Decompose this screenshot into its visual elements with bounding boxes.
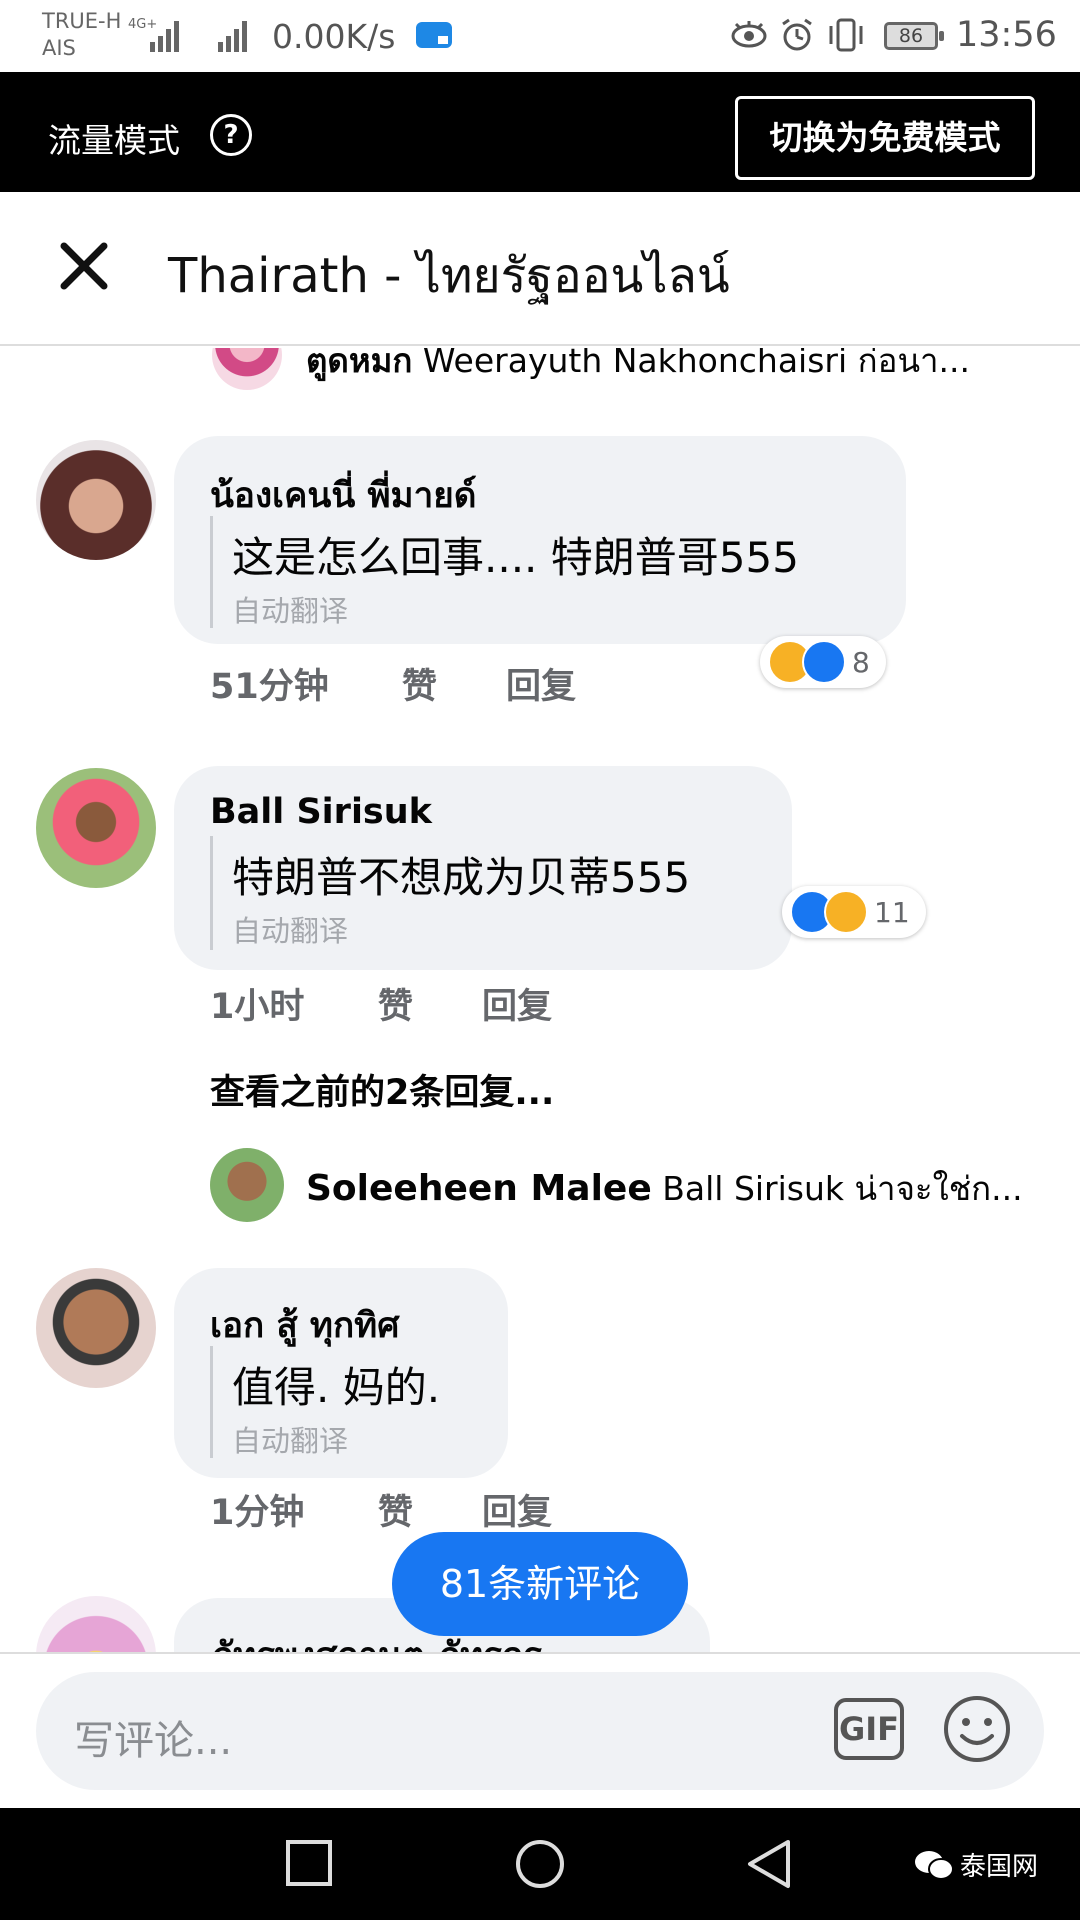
avatar[interactable] [36,1596,156,1652]
reply-button[interactable]: 回复 [482,978,552,1029]
signal-icon-2 [218,21,247,52]
system-nav-bar: 泰国网 [0,1808,1080,1920]
eye-icon [731,21,767,48]
reply-author: Soleeheen Malee [306,1168,652,1209]
translation-divider [210,516,213,628]
like-button[interactable]: 赞 [402,658,437,709]
new-comments-button[interactable]: 81条新评论 [392,1532,688,1636]
reply-author: ตูดหมก [306,348,413,380]
watermark-text: 泰国网 [960,1852,1039,1882]
reaction-count: 8 [852,645,870,679]
comments-feed[interactable]: ตูดหมก Weerayuth Nakhonchaisri ก่อนา... … [0,348,1080,1652]
reply-button[interactable]: 回复 [482,1484,552,1535]
message-notification-icon [416,22,452,48]
comment-time: 1分钟 [210,1493,305,1533]
like-icon [802,640,846,684]
comment-text: 特朗普不想成为贝蒂555 [232,853,691,902]
auto-translate-label[interactable]: 自动翻译 [232,1418,348,1460]
avatar[interactable] [210,1148,284,1222]
clock: 13:56 [956,15,1057,55]
comment-author[interactable]: เอก สู้ ทุกทิศ [210,1298,399,1353]
haha-icon [824,890,868,934]
comment-text: 这是怎么回事.... 特朗普哥555 [232,533,799,582]
battery-icon: 86 [884,22,944,50]
avatar[interactable] [36,768,156,888]
comment-author[interactable]: Ball Sirisuk [210,792,432,832]
comment-text: 值得. 妈的. [232,1363,441,1412]
help-icon[interactable]: ? [210,114,252,156]
auto-translate-label[interactable]: 自动翻译 [232,908,348,950]
gif-button[interactable]: GIF [834,1698,904,1760]
vibrate-icon [829,18,863,52]
auto-translate-label[interactable]: 自动翻译 [232,588,348,630]
alarm-icon [782,18,812,51]
reply-preview[interactable]: ตูดหมก Weerayuth Nakhonchaisri ก่อนา... [306,348,970,387]
back-icon[interactable] [744,1838,794,1890]
avatar[interactable] [212,348,282,390]
emoji-icon[interactable] [942,1694,1012,1764]
home-icon[interactable] [514,1838,566,1890]
data-mode-bar: 流量模式 ? 切换为免费模式 [0,72,1080,192]
recent-apps-icon[interactable] [284,1838,334,1888]
close-icon[interactable] [56,238,112,294]
translation-divider [210,1346,213,1458]
like-button[interactable]: 赞 [378,1484,413,1535]
page-title: Thairath - ไทยรัฐออนไลน์ [168,248,730,304]
page-header: Thairath - ไทยรัฐออนไลน์ [0,192,1080,346]
reaction-summary[interactable]: 8 [760,636,886,688]
watermark: 泰国网 [914,1846,1038,1883]
reaction-summary[interactable]: 11 [782,886,926,938]
avatar[interactable] [36,1268,156,1388]
switch-free-mode-button[interactable]: 切换为免费模式 [735,96,1035,180]
data-mode-label: 流量模式 [48,121,180,160]
comment-author[interactable]: น้องเคนนี่ พี่มายด์ [210,468,476,523]
svg-text:4G+: 4G+ [128,17,157,32]
avatar[interactable] [36,440,156,560]
reply-text: Ball Sirisuk น่าจะใช่ก... [662,1169,1023,1208]
comment-time: 1小时 [210,987,305,1027]
reply-text: Weerayuth Nakhonchaisri ก่อนา... [422,348,971,380]
reply-button[interactable]: 回复 [506,658,576,709]
wechat-icon [915,1850,954,1880]
translation-divider [210,836,213,950]
signal-icon: 4G+ [128,17,179,52]
comment-input-placeholder: 写评论... [74,1718,233,1764]
status-bar: TRUE-H AIS 4G+ 0.00K/s 86 13:56 [0,0,1080,72]
carrier-name: TRUE-H AIS [42,9,122,60]
comment-time: 51分钟 [210,667,329,707]
reply-preview[interactable]: Soleeheen Malee Ball Sirisuk น่าจะใช่ก..… [306,1162,1023,1215]
comment-composer: 写评论... GIF [0,1652,1080,1808]
like-button[interactable]: 赞 [378,978,413,1029]
reaction-count: 11 [874,895,910,929]
view-previous-replies[interactable]: 查看之前的2条回复... [210,1064,554,1115]
comment-input[interactable]: 写评论... GIF [36,1672,1044,1790]
net-speed: 0.00K/s [272,17,396,56]
